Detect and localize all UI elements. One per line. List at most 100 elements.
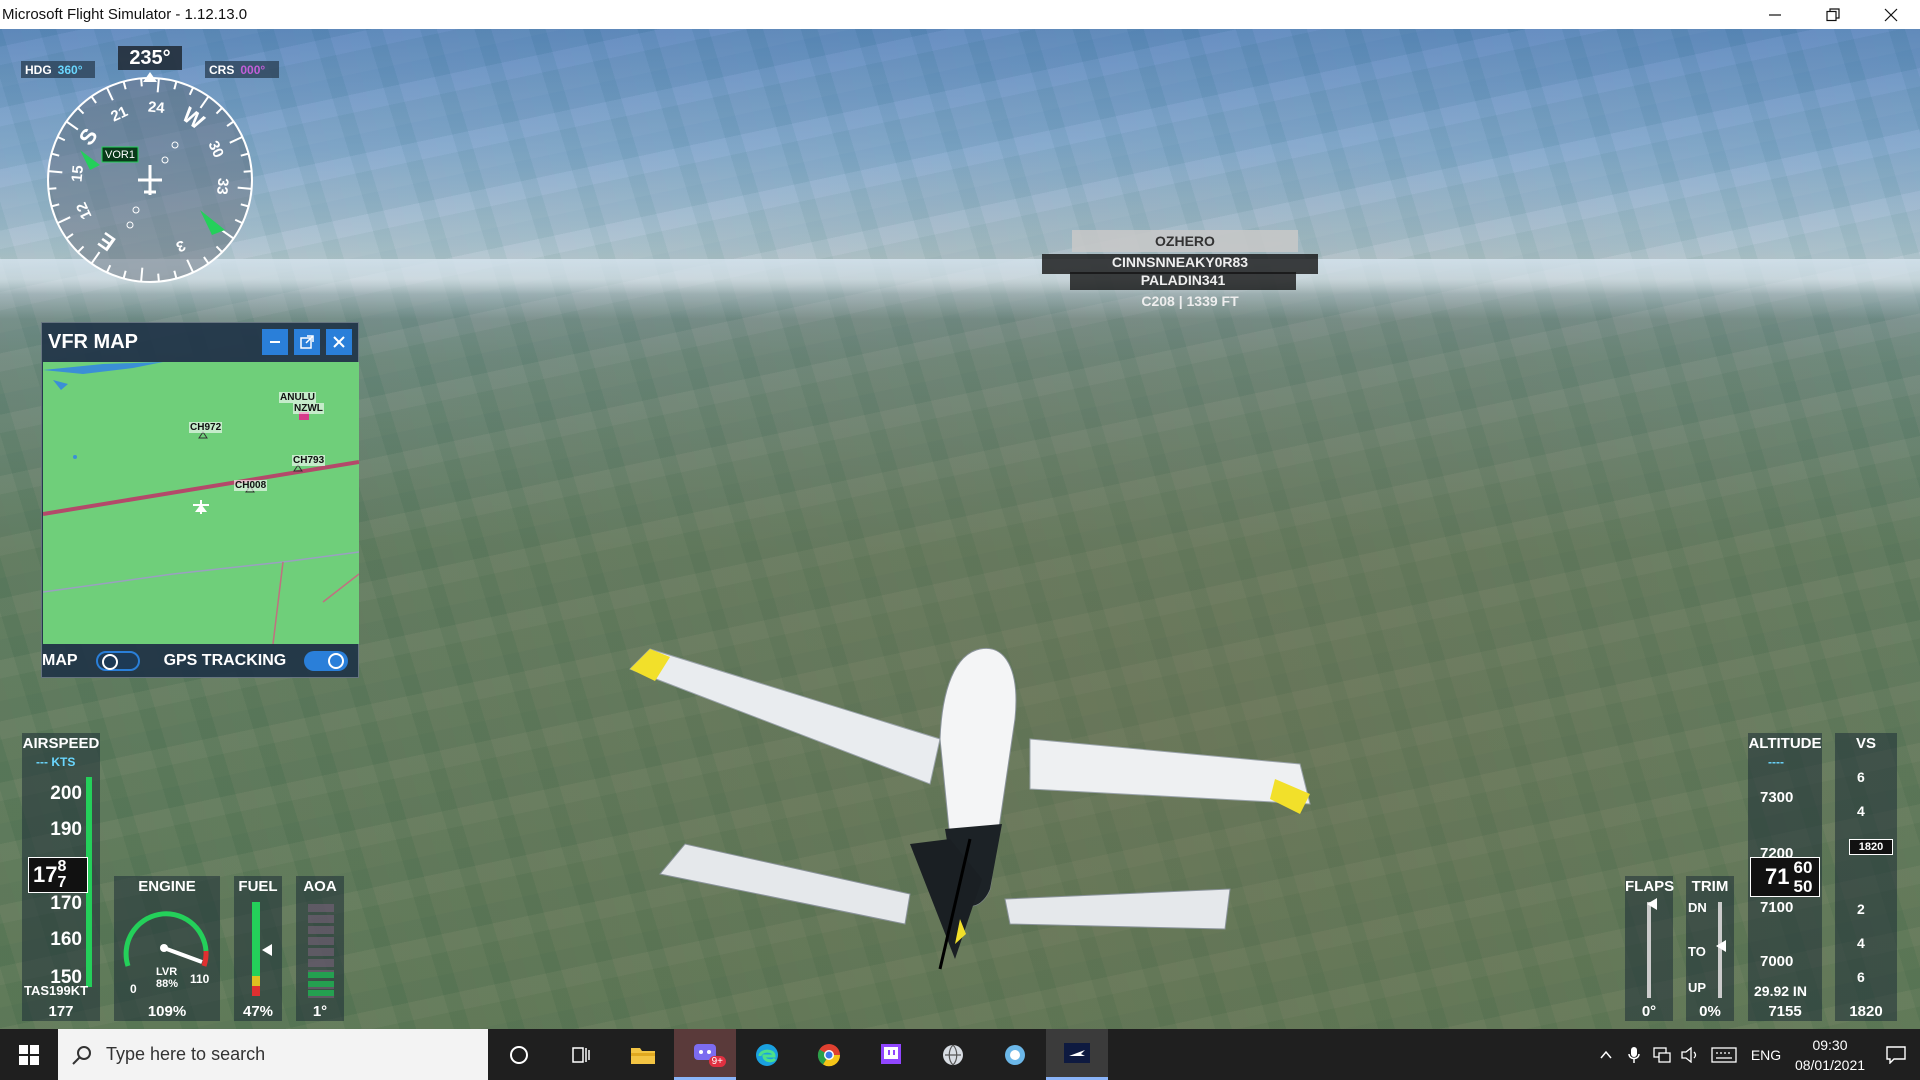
engine-bottom-value: 109% bbox=[147, 1003, 187, 1020]
vs-tick-4-up: 4 bbox=[1857, 803, 1865, 819]
gps-tracking-toggle[interactable] bbox=[304, 651, 349, 671]
vfr-minimize-button[interactable] bbox=[262, 329, 288, 355]
aoa-bottom-value: 1° bbox=[312, 1003, 328, 1020]
system-tray: ENG 09:30 08/01/2021 bbox=[1592, 1029, 1920, 1080]
waypoint-anulu[interactable]: ANULU bbox=[279, 392, 316, 403]
trim-to-label: TO bbox=[1688, 944, 1706, 959]
twitch-icon bbox=[881, 1043, 901, 1064]
waypoint-ch972[interactable]: CH972 bbox=[189, 422, 223, 433]
fuel-panel: FUEL 47% bbox=[234, 876, 282, 1021]
tray-expand-button[interactable] bbox=[1592, 1029, 1620, 1080]
waypoint-nzwl[interactable]: NZWL bbox=[293, 403, 324, 414]
start-button[interactable] bbox=[0, 1029, 58, 1080]
airspeed-current-box: 17 8 7 bbox=[28, 857, 88, 893]
app-button-7[interactable] bbox=[984, 1029, 1046, 1080]
flaps-track bbox=[1647, 902, 1651, 998]
vfr-map-header[interactable]: VFR MAP bbox=[42, 323, 358, 361]
altitude-selected[interactable]: ---- bbox=[1768, 755, 1784, 769]
flaps-title: FLAPS bbox=[1625, 878, 1675, 895]
fuel-pointer bbox=[262, 944, 272, 956]
window-titlebar: Microsoft Flight Simulator - 1.12.13.0 bbox=[0, 0, 1920, 29]
volume-button[interactable] bbox=[1676, 1029, 1704, 1080]
file-explorer-button[interactable] bbox=[612, 1029, 674, 1080]
engine-lever-pct: 88% bbox=[156, 978, 179, 990]
cortana-button[interactable] bbox=[488, 1029, 550, 1080]
language-indicator[interactable]: ENG bbox=[1744, 1029, 1788, 1080]
taskbar-search[interactable] bbox=[58, 1029, 488, 1080]
true-airspeed: TAS199KT bbox=[24, 983, 89, 998]
vfr-map-panel[interactable]: VFR MAP ANULU NZWL CH972 CH793 CH008 MAP… bbox=[41, 322, 359, 678]
baro-setting[interactable]: 29.92 IN bbox=[1754, 983, 1807, 999]
flaps-bottom-value: 0° bbox=[1641, 1003, 1657, 1020]
vs-title: VS bbox=[1855, 735, 1876, 752]
trim-dn-label: DN bbox=[1688, 900, 1707, 915]
app-button-6[interactable] bbox=[922, 1029, 984, 1080]
fuel-title: FUEL bbox=[238, 878, 278, 895]
airspeed-tick-190: 190 bbox=[50, 819, 82, 840]
map-toggle[interactable] bbox=[95, 651, 140, 671]
fuel-bar-low bbox=[252, 976, 260, 986]
vs-tick-6-up: 6 bbox=[1857, 769, 1865, 785]
engine-lever-label: LVR bbox=[156, 966, 178, 978]
altitude-title: ALTITUDE bbox=[1748, 735, 1822, 752]
restore-icon bbox=[1826, 7, 1840, 21]
edge-icon bbox=[756, 1043, 778, 1066]
trim-up-label: UP bbox=[1688, 980, 1707, 995]
airspeed-tick-200: 200 bbox=[50, 783, 82, 804]
airspeed-title: AIRSPEED bbox=[22, 735, 100, 752]
keyboard-button[interactable] bbox=[1704, 1029, 1744, 1080]
altitude-tick-7000: 7000 bbox=[1760, 953, 1794, 970]
clock-date: 08/01/2021 bbox=[1794, 1056, 1866, 1073]
window-title: Microsoft Flight Simulator - 1.12.13.0 bbox=[2, 6, 248, 23]
notifications-button[interactable] bbox=[1872, 1029, 1920, 1080]
compass-tick bbox=[140, 267, 144, 282]
vfr-close-button[interactable] bbox=[326, 329, 352, 355]
popout-icon bbox=[300, 335, 314, 349]
altitude-tick-7300: 7300 bbox=[1760, 789, 1794, 806]
multiplayer-tag-line2: PALADIN341 bbox=[1070, 272, 1296, 290]
folder-icon bbox=[631, 1047, 655, 1064]
multiplayer-tag-line3: C208 | 1339 FT bbox=[1141, 293, 1239, 309]
engine-panel: ENGINE 0 110 LVR 88% 109% bbox=[114, 876, 220, 1021]
flight-simulator-icon bbox=[1064, 1043, 1090, 1063]
aoa-green bbox=[308, 972, 334, 998]
clock-time: 09:30 bbox=[1812, 1036, 1848, 1053]
edge-button[interactable] bbox=[736, 1029, 798, 1080]
compass-app-icon bbox=[1005, 1044, 1025, 1065]
close-button[interactable] bbox=[1862, 0, 1920, 29]
search-input[interactable] bbox=[106, 1044, 466, 1065]
trim-panel: TRIM DN TO UP 0% bbox=[1686, 876, 1734, 1021]
vfr-map-title: VFR MAP bbox=[48, 330, 138, 353]
restore-button[interactable] bbox=[1804, 0, 1862, 29]
altitude-panel: ALTITUDE ---- 7300 7200 7100 7000 71 60 … bbox=[1748, 733, 1822, 1021]
vs-current: 1820 bbox=[1849, 839, 1893, 855]
chat-app-button[interactable]: 9+ bbox=[674, 1029, 736, 1080]
minimize-button[interactable] bbox=[1746, 0, 1804, 29]
clock[interactable]: 09:30 08/01/2021 bbox=[1788, 1035, 1872, 1075]
engine-gauge-max: 110 bbox=[190, 972, 210, 986]
task-view-button[interactable] bbox=[550, 1029, 612, 1080]
chrome-icon bbox=[817, 1043, 841, 1066]
vfr-popout-button[interactable] bbox=[294, 329, 320, 355]
waypoint-ch008[interactable]: CH008 bbox=[234, 480, 268, 491]
windows-icon bbox=[19, 1044, 39, 1065]
vfr-map-canvas[interactable]: ANULU NZWL CH972 CH793 CH008 bbox=[43, 362, 359, 644]
compass-tick bbox=[140, 78, 143, 87]
network-button[interactable] bbox=[1648, 1029, 1676, 1080]
airspeed-current-digit-top: 8 bbox=[57, 858, 67, 875]
msfs-button[interactable] bbox=[1046, 1029, 1108, 1080]
globe-app-icon bbox=[943, 1044, 963, 1065]
chrome-button[interactable] bbox=[798, 1029, 860, 1080]
multiplayer-tag-top: OZHERO bbox=[1072, 230, 1298, 252]
close-icon bbox=[333, 336, 345, 348]
heading-compass: 21 24 W30333E1215S VOR1 bbox=[47, 72, 253, 283]
twitch-button[interactable] bbox=[860, 1029, 922, 1080]
compass-tick bbox=[157, 273, 160, 282]
waypoint-ch793[interactable]: CH793 bbox=[292, 455, 326, 466]
trim-pointer bbox=[1716, 940, 1726, 952]
compass-tick bbox=[48, 187, 57, 190]
minimize-icon bbox=[270, 341, 280, 343]
compass-label: 24 bbox=[147, 99, 166, 117]
aoa-panel: AOA 1° bbox=[296, 876, 344, 1021]
microphone-button[interactable] bbox=[1620, 1029, 1648, 1080]
